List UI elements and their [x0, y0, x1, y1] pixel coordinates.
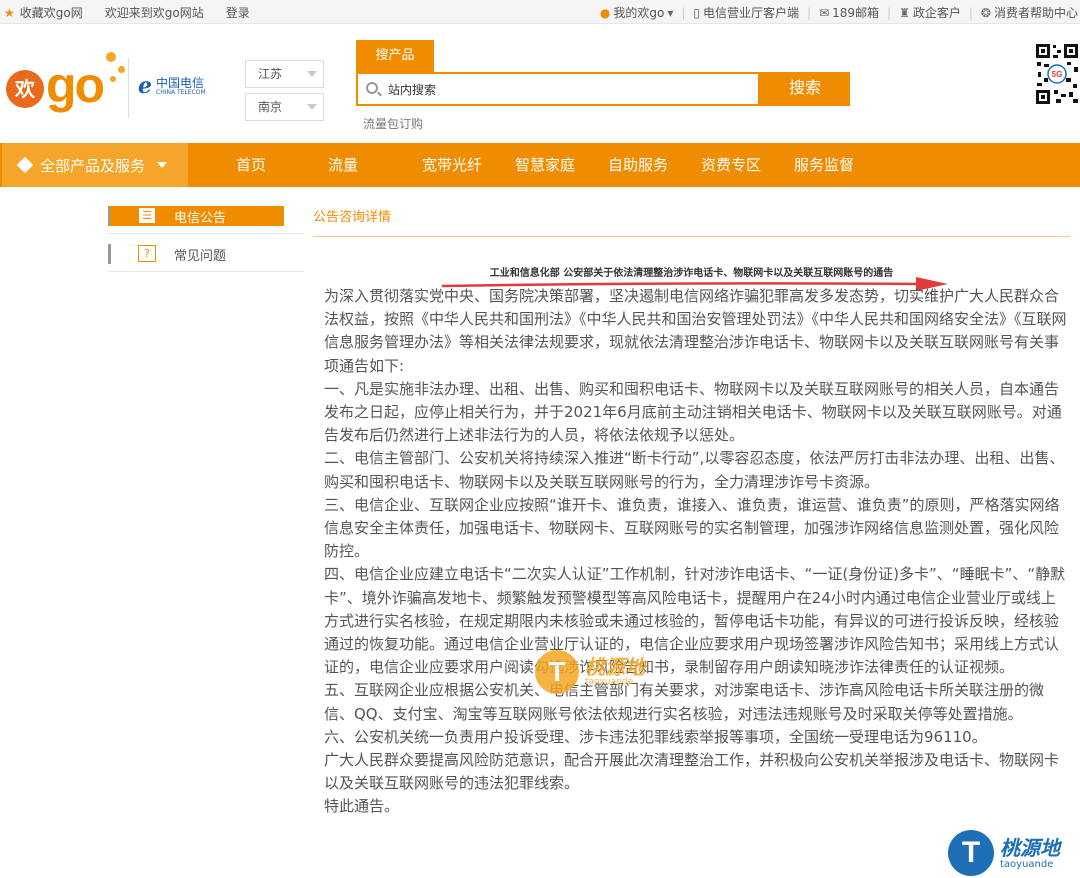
caret-down-icon: [157, 162, 168, 168]
top-bar: ★ 收藏欢go网 欢迎来到欢go网站 登录 ● 我的欢go ▾ | ▯ 电信营业厅客户端…: [0, 0, 1080, 24]
favorite-link[interactable]: ★ 收藏欢go网: [4, 4, 83, 21]
china-telecom-cn: 中国电信: [156, 76, 205, 90]
search-box: [356, 72, 760, 106]
all-products-menu[interactable]: 全部产品及服务: [2, 143, 188, 187]
client-link[interactable]: ▯ 电信营业厅客户端: [693, 4, 799, 21]
question-icon: ?: [138, 245, 156, 262]
notice-paragraph: 三、电信企业、互联网企业应按照“谁开卡、谁负责，谁接入、谁负责，谁运营、谁负责”…: [324, 495, 1060, 561]
city-select[interactable]: 南京: [245, 93, 324, 121]
search-input[interactable]: [388, 79, 748, 99]
notice-paragraph: 二、电信主管部门、公安机关将持续深入推进“断卡行动”,以零容忍态度，依法严厉打击…: [324, 449, 1065, 491]
notice-paragraph: 四、电信企业应建立电话卡“二次实人认证”工作机制，针对涉诈电话卡、“一证(身份证…: [324, 565, 1066, 677]
province-select[interactable]: 江苏: [245, 60, 324, 88]
logo-dot: [106, 52, 116, 62]
svg-text:5G: 5G: [1052, 70, 1063, 79]
sidebar-marker: [108, 244, 111, 264]
notice-paragraph: 一、凡是实施非法办理、出租、出售、购买和囤积电话卡、物联网卡以及关联互联网账号的…: [324, 379, 1062, 445]
qr-code-icon: 5G: [1034, 42, 1080, 106]
divider: |: [968, 5, 973, 20]
help-link[interactable]: ❂ 消费者帮助中心: [981, 4, 1078, 21]
main-nav: 全部产品及服务 首页 流量 宽带光纤 智慧家庭 自助服务 资费专区 服务监督: [0, 143, 1080, 187]
nav-item-broadband[interactable]: 宽带光纤: [422, 143, 482, 187]
notice-paragraph: 广大人民群众要提高风险防范意识，配合开展此次清理整治工作，并积极向公安机关举报涉…: [324, 751, 1060, 793]
breadcrumb: 公告咨询详情: [313, 210, 392, 225]
mail-link[interactable]: ✉ 189邮箱: [819, 4, 879, 21]
gov-link[interactable]: ♜ 政企客户: [899, 4, 961, 21]
china-telecom-logo: ℯ 中国电信 CHINA TELECOM: [138, 74, 206, 99]
star-icon: ★: [4, 5, 15, 20]
welcome-text: 欢迎来到欢go网站: [104, 6, 204, 20]
login-link[interactable]: 登录: [226, 4, 250, 21]
watermark-subtext: taoyuande: [1000, 858, 1054, 870]
my-go-menu[interactable]: ● 我的欢go ▾: [600, 4, 673, 21]
sidebar-item-label: 电信公告: [174, 211, 227, 226]
watermark-center: T 桃源地 taoyuande: [535, 650, 645, 694]
person-icon: ●: [599, 5, 611, 20]
divider: |: [887, 5, 892, 20]
hot-keyword-link[interactable]: 流量包订购: [363, 115, 423, 132]
notice-paragraph: 为深入贯彻落实党中央、国务院决策部署，坚决遏制电信网络诈骗犯罪高发多发态势，切实…: [324, 287, 1067, 375]
chat-icon: ❂: [980, 5, 991, 20]
divider: |: [681, 5, 686, 20]
mail-icon: ✉: [819, 5, 830, 20]
china-telecom-en: CHINA TELECOM: [156, 89, 206, 96]
logo-divider: [128, 58, 129, 118]
notice-paragraph: 特此通告。: [324, 797, 400, 816]
search-button[interactable]: 搜索: [760, 72, 850, 106]
notice-paragraph: 五、互联网企业应根据公安机关、电信主管部门有关要求，对涉案电话卡、涉诈高风险电话…: [324, 681, 1045, 723]
caret-down-icon: [307, 71, 317, 77]
logo-go-text: go: [46, 57, 105, 113]
watermark-text: 桃源地: [585, 655, 645, 679]
phone-icon: ▯: [693, 5, 701, 20]
logo-dot: [118, 66, 125, 73]
divider: |: [807, 5, 812, 20]
nav-item-supervision[interactable]: 服务监督: [794, 143, 854, 187]
notice-body: 为深入贯彻落实党中央、国务院决策部署，坚决遏制电信网络诈骗犯罪高发多发态势，切实…: [324, 285, 1068, 819]
sidebar-item-announcements[interactable]: ☰ 电信公告: [108, 196, 304, 234]
sidebar-item-faq[interactable]: ? 常见问题: [108, 234, 304, 272]
sidebar: ☰ 电信公告 ? 常见问题: [108, 196, 304, 272]
watermark-corner: T 桃源地 taoyuande: [948, 830, 1060, 876]
logo-dot: [110, 76, 116, 82]
watermark-text: 桃源地: [1000, 835, 1060, 860]
caret-down-icon: ▾: [667, 5, 674, 20]
china-telecom-mark-icon: ℯ: [138, 74, 152, 99]
search-icon: [366, 82, 378, 94]
nav-item-self-service[interactable]: 自助服务: [608, 143, 668, 187]
building-icon: ♜: [899, 5, 910, 20]
nav-item-home[interactable]: 首页: [236, 143, 266, 187]
watermark-t-icon: T: [535, 650, 579, 694]
huango-logo[interactable]: 欢 go: [6, 48, 126, 118]
diamond-grid-icon: [16, 156, 34, 174]
caret-down-icon: [307, 104, 317, 110]
nav-item-tariff[interactable]: 资费专区: [701, 143, 761, 187]
list-icon: ☰: [138, 207, 156, 224]
watermark-t-icon: T: [948, 830, 994, 876]
sidebar-item-label: 常见问题: [174, 249, 227, 264]
logo-huan-badge: 欢: [6, 70, 44, 108]
notice-paragraph: 六、公安机关统一负责用户投诉受理、涉卡违法犯罪线索举报等事项，全国统一受理电话为…: [324, 727, 987, 746]
nav-item-smart-home[interactable]: 智慧家庭: [515, 143, 575, 187]
search-tab-products[interactable]: 搜产品: [356, 40, 434, 72]
nav-item-traffic[interactable]: 流量: [328, 143, 358, 187]
breadcrumb-divider: [313, 236, 1070, 237]
